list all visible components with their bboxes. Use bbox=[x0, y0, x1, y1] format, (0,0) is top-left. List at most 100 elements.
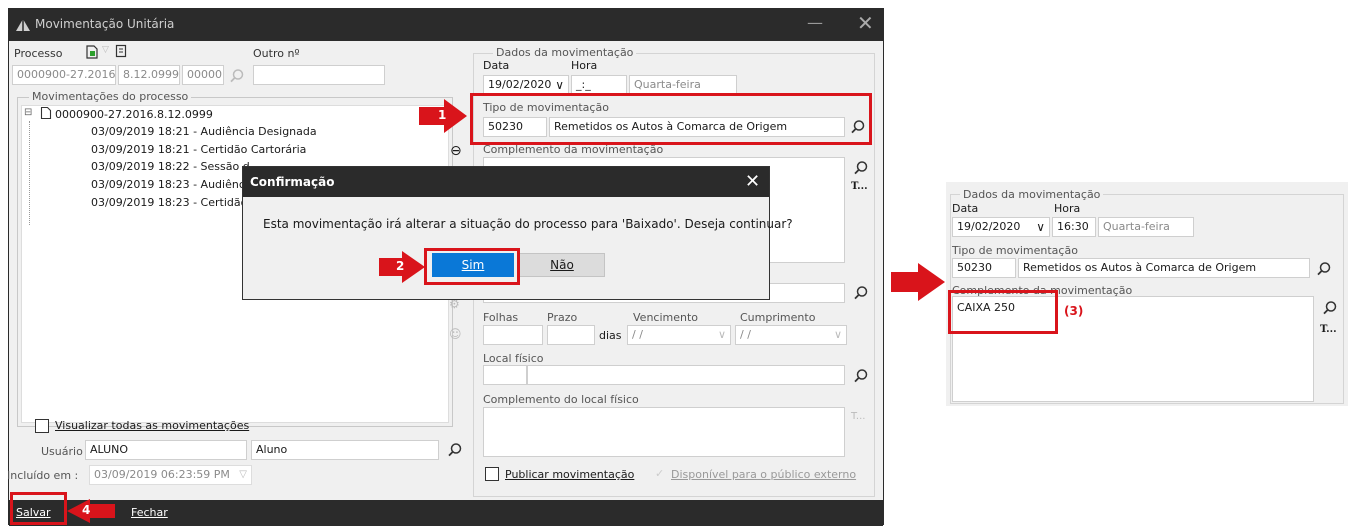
tree-item[interactable]: 03/09/2019 18:22 - Sessão d bbox=[91, 160, 250, 173]
search-icon[interactable] bbox=[229, 68, 245, 84]
text-format-button[interactable]: T... bbox=[851, 411, 865, 422]
search-icon[interactable] bbox=[853, 368, 869, 384]
close-button[interactable]: ✕ bbox=[857, 11, 874, 35]
highlight-tipo bbox=[470, 93, 872, 145]
annotation-step-3: (3) bbox=[1064, 304, 1084, 318]
chevron-down-icon[interactable]: ∨ bbox=[718, 326, 726, 344]
dados-group-label: Dados da movimentação bbox=[493, 46, 637, 59]
inset-tipo-code-field[interactable]: 50230 bbox=[952, 258, 1016, 278]
publicar-label: Publicar movimentação bbox=[505, 468, 635, 481]
annotation-arrow-4 bbox=[67, 499, 115, 523]
inset-hora-label: Hora bbox=[1054, 202, 1081, 215]
dias-label: dias bbox=[599, 329, 622, 342]
inset-panel: Dados da movimentação Data Hora 19/02/20… bbox=[946, 182, 1348, 406]
tree-item[interactable]: 03/09/2019 18:23 - Certidão bbox=[91, 196, 247, 209]
new-document-icon[interactable] bbox=[85, 44, 99, 59]
inset-data-field[interactable]: 19/02/2020 ∨ bbox=[952, 217, 1050, 237]
annotation-step-2: 2 bbox=[396, 259, 405, 273]
notes-icon[interactable] bbox=[115, 44, 127, 58]
search-icon[interactable] bbox=[1316, 261, 1332, 277]
dialog-title-bar: Confirmação ✕ bbox=[243, 167, 769, 197]
highlight-yes bbox=[424, 248, 520, 285]
minimize-button[interactable]: — bbox=[807, 13, 823, 32]
weekday-field: Quarta-feira bbox=[629, 75, 737, 95]
incluido-field: 03/09/2019 06:23:59 PM ▽ bbox=[89, 465, 252, 485]
prazo-label: Prazo bbox=[547, 311, 578, 324]
inset-tipo-label: Tipo de movimentação bbox=[952, 244, 1078, 257]
cumprimento-label: Cumprimento bbox=[740, 311, 816, 324]
search-icon[interactable] bbox=[853, 285, 869, 301]
processo-number-field[interactable]: 0000900-27.2016 bbox=[12, 65, 116, 85]
search-icon[interactable] bbox=[853, 160, 869, 176]
folhas-label: Folhas bbox=[483, 311, 519, 324]
highlight-salvar bbox=[10, 492, 67, 525]
dialog-close-button[interactable]: ✕ bbox=[745, 171, 760, 192]
annotation-step-1: 1 bbox=[438, 108, 447, 122]
dialog-title: Confirmação bbox=[250, 175, 335, 189]
tree-collapse-icon[interactable]: ⊟ bbox=[24, 107, 32, 118]
view-all-checkbox[interactable] bbox=[35, 419, 49, 433]
publicar-checkbox[interactable] bbox=[485, 467, 499, 481]
remove-circle-icon[interactable]: ⊖ bbox=[450, 143, 462, 159]
incluido-label: Incluído em : bbox=[7, 469, 79, 482]
tree-item[interactable]: 03/09/2019 18:23 - Audiênci bbox=[91, 178, 248, 191]
inset-text-format-button[interactable]: T... bbox=[1320, 324, 1337, 335]
search-icon[interactable] bbox=[1322, 300, 1338, 316]
data-field[interactable]: 19/02/2020 ∨ bbox=[483, 75, 569, 95]
inset-dados-label: Dados da movimentação bbox=[960, 188, 1104, 201]
chevron-down-icon[interactable]: ∨ bbox=[834, 326, 842, 344]
annotation-step-4: 4 bbox=[82, 503, 91, 517]
person-icon[interactable]: ☺ bbox=[449, 327, 462, 341]
usuario-label: Usuário bbox=[41, 445, 83, 458]
complemento-label: Complemento da movimentação bbox=[483, 143, 664, 156]
cumprimento-field[interactable]: / / ∨ bbox=[735, 325, 847, 345]
local-label: Local físico bbox=[483, 352, 544, 365]
local-code-field[interactable] bbox=[483, 365, 527, 385]
chevron-down-icon[interactable]: ∨ bbox=[1036, 218, 1045, 236]
window-title: Movimentação Unitária bbox=[35, 17, 175, 31]
processo-label: Processo bbox=[14, 47, 63, 60]
processo-orgao-field[interactable]: 8.12.0999 bbox=[118, 65, 180, 85]
usuario-name-field[interactable]: Aluno bbox=[251, 440, 439, 460]
movements-group-label: Movimentações do processo bbox=[29, 90, 192, 103]
search-icon[interactable] bbox=[447, 442, 463, 458]
no-button[interactable]: Não bbox=[519, 253, 605, 277]
comp-local-textarea[interactable] bbox=[483, 407, 845, 457]
view-all-label: Visualizar todas as movimentações bbox=[55, 419, 250, 432]
text-format-button[interactable]: T... bbox=[851, 181, 868, 192]
document-icon bbox=[40, 106, 52, 120]
tree-item[interactable]: 03/09/2019 18:21 - Certidão Cartorária bbox=[91, 143, 306, 156]
comp-local-label: Complemento do local físico bbox=[483, 393, 639, 406]
folhas-field[interactable] bbox=[483, 325, 543, 345]
hora-label: Hora bbox=[571, 59, 598, 72]
bottom-toolbar: Salvar Fechar bbox=[9, 500, 883, 526]
local-desc-field[interactable] bbox=[527, 365, 845, 385]
fechar-button[interactable]: Fechar bbox=[131, 506, 168, 519]
highlight-complemento bbox=[948, 290, 1058, 334]
annotation-arrow-inset bbox=[891, 263, 945, 301]
inset-hora-field[interactable]: 16:30 bbox=[1052, 217, 1096, 237]
tree-item[interactable]: 03/09/2019 18:21 - Audiência Designada bbox=[91, 125, 317, 138]
data-label: Data bbox=[483, 59, 510, 72]
usuario-login-field[interactable]: ALUNO bbox=[85, 440, 247, 460]
hora-field[interactable]: _:_ bbox=[571, 75, 627, 95]
dialog-message: Esta movimentação irá alterar a situação… bbox=[263, 217, 793, 231]
tree-root-item[interactable]: 0000900-27.2016.8.12.0999 bbox=[55, 108, 213, 121]
chevron-down-icon[interactable]: ∨ bbox=[555, 76, 564, 94]
prazo-field[interactable] bbox=[547, 325, 595, 345]
title-bar: Movimentação Unitária — ✕ bbox=[9, 9, 883, 41]
check-icon: ✓ bbox=[655, 467, 665, 480]
chevron-down-icon[interactable]: ▽ bbox=[102, 45, 109, 55]
app-logo-icon bbox=[16, 19, 30, 31]
vencimento-field[interactable]: / / ∨ bbox=[627, 325, 731, 345]
inset-weekday-field: Quarta-feira bbox=[1098, 217, 1194, 237]
tree-connector bbox=[29, 121, 30, 225]
inset-tipo-desc-field[interactable]: Remetidos os Autos à Comarca de Origem bbox=[1018, 258, 1310, 278]
processo-code-field[interactable]: 00000 bbox=[182, 65, 224, 85]
outro-numero-label: Outro nº bbox=[253, 47, 300, 60]
disponivel-label: Disponível para o público externo bbox=[671, 468, 857, 481]
outro-numero-field[interactable] bbox=[253, 65, 385, 85]
vencimento-label: Vencimento bbox=[633, 311, 699, 324]
chevron-down-icon: ▽ bbox=[239, 469, 247, 480]
inset-data-label: Data bbox=[952, 202, 979, 215]
